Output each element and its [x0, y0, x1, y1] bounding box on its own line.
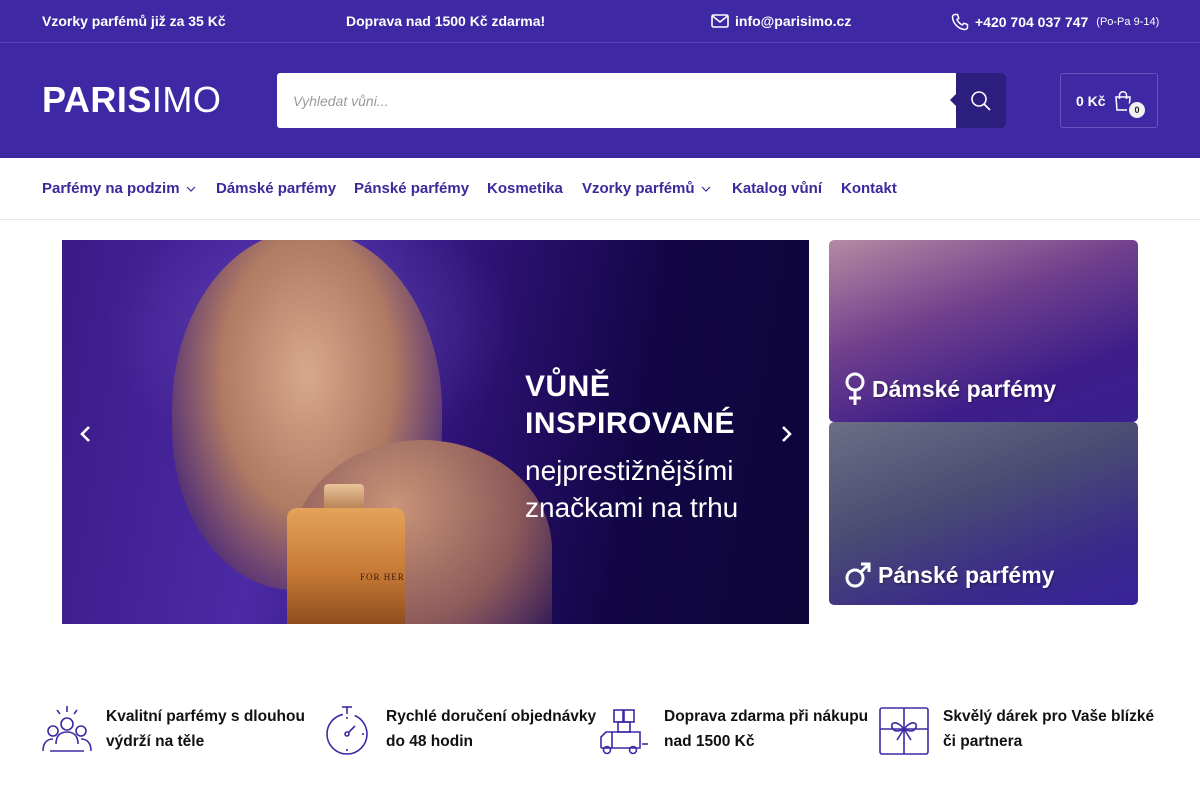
feature-fast-delivery: Rychlé doručení objednávky do 48 hodin [322, 704, 596, 756]
top-bar: Vzorky parfémů již za 35 Kč Doprava nad … [0, 0, 1200, 43]
logo-bold-text: PARIS [42, 79, 152, 120]
feature-quality-text: Kvalitní parfémy s dlouhou výdrží na těl… [106, 704, 305, 754]
nav-item-label: Pánské parfémy [354, 180, 470, 197]
feature-line: nad 1500 Kč [664, 733, 755, 750]
nav-item-label: Kontakt [841, 180, 897, 197]
feature-free-shipping-text: Doprava zdarma při nákupu nad 1500 Kč [664, 704, 868, 754]
mens-perfumes-tile[interactable]: Pánské parfémy [829, 422, 1138, 605]
shipping-promo-text: Doprava nad 1500 Kč zdarma! [346, 13, 546, 29]
feature-quality: Kvalitní parfémy s dlouhou výdrží na těl… [42, 704, 305, 756]
mens-tile-text: Pánské parfémy [878, 561, 1055, 588]
slider-next-button[interactable] [776, 424, 796, 444]
header: PARISIMO 0 Kč 0 [0, 43, 1200, 158]
feature-line: Doprava zdarma při nákupu [664, 708, 869, 725]
mail-icon [711, 14, 729, 28]
female-symbol-icon [845, 372, 865, 405]
phone-text[interactable]: +420 704 037 747 [975, 14, 1088, 30]
main-nav: Parfémy na podzim Dámské parfémy Pánské … [0, 158, 1200, 220]
nav-item-label: Katalog vůní [732, 180, 823, 197]
feature-line: výdrží na těle [106, 733, 205, 750]
feature-line: Rychlé doručení objednávky [386, 708, 597, 725]
bottle-label: FOR HER [360, 572, 405, 582]
phone-link[interactable]: +420 704 037 747 (Po-Pa 9-14) [951, 13, 1159, 31]
feature-line: Skvělý dárek pro Vaše blízké [943, 708, 1155, 725]
cart-total: 0 Kč [1076, 92, 1106, 109]
chevron-left-icon [80, 426, 90, 442]
phone-hours: (Po-Pa 9-14) [1096, 16, 1160, 28]
nav-item-mens-perfumes[interactable]: Pánské parfémy [354, 180, 469, 197]
banner-headline-line2: INSPIROVANÉ [525, 407, 735, 440]
chevron-down-icon [186, 186, 195, 192]
site-logo[interactable]: PARIS IMO [42, 79, 222, 120]
feature-free-shipping: Doprava zdarma při nákupu nad 1500 Kč [600, 704, 868, 756]
chevron-right-icon [782, 426, 792, 442]
womens-perfumes-tile[interactable]: Dámské parfémy [829, 240, 1138, 422]
feature-fast-delivery-text: Rychlé doručení objednávky do 48 hodin [386, 704, 596, 754]
nav-item-womens-perfumes[interactable]: Dámské parfémy [216, 180, 336, 197]
chevron-down-icon [701, 186, 710, 192]
banner-subheadline: nejprestižnějšími značkami na trhu [525, 452, 738, 526]
feature-gift-text: Skvělý dárek pro Vaše blízké či partnera [943, 704, 1154, 754]
feature-line: Kvalitní parfémy s dlouhou [106, 708, 305, 725]
logo-light-text: IMO [151, 79, 222, 120]
search-input[interactable] [277, 73, 956, 128]
nav-item-label: Dámské parfémy [216, 180, 337, 197]
nav-item-catalog[interactable]: Katalog vůní [732, 180, 822, 197]
gift-icon [879, 707, 929, 755]
email-text[interactable]: info@parisimo.cz [735, 13, 851, 29]
nav-item-cosmetics[interactable]: Kosmetika [487, 180, 563, 197]
nav-item-label: Vzorky parfémů [582, 180, 695, 197]
banner-sub-line1: nejprestižnějšími [525, 455, 734, 486]
womens-tile-label: Dámské parfémy [844, 372, 1056, 406]
truck-icon [600, 709, 648, 755]
banner-headline-line1: VŮNĚ [525, 370, 611, 403]
search-icon [971, 90, 991, 111]
people-icon [42, 706, 92, 752]
search-box [277, 73, 1006, 128]
feature-line: do 48 hodin [386, 733, 473, 750]
nav-item-label: Kosmetika [487, 180, 563, 197]
stopwatch-icon [326, 706, 368, 755]
slider-prev-button[interactable] [76, 424, 96, 444]
perfume-bottle-image [287, 508, 405, 624]
banner-sub-line2: značkami na trhu [525, 492, 739, 523]
cart-count-badge: 0 [1127, 100, 1147, 120]
cart-button[interactable]: 0 Kč 0 [1060, 73, 1158, 128]
feature-gift: Skvělý dárek pro Vaše blízké či partnera [879, 704, 1154, 756]
samples-promo-text: Vzorky parfémů již za 35 Kč [42, 13, 226, 29]
email-link[interactable]: info@parisimo.cz [711, 13, 851, 29]
nav-item-contact[interactable]: Kontakt [841, 180, 897, 197]
nav-item-samples[interactable]: Vzorky parfémů [582, 180, 711, 197]
banner-headline: VŮNĚ INSPIROVANÉ [525, 368, 735, 442]
nav-item-autumn-perfumes[interactable]: Parfémy na podzim [42, 180, 196, 197]
features-strip: Kvalitní parfémy s dlouhou výdrží na těl… [0, 704, 1200, 764]
phone-icon [951, 13, 969, 31]
male-symbol-icon [845, 562, 871, 588]
womens-tile-text: Dámské parfémy [872, 375, 1057, 402]
shipping-promo: Doprava nad 1500 Kč zdarma! [346, 13, 545, 29]
search-button[interactable] [950, 73, 1006, 128]
nav-item-label: Parfémy na podzim [42, 180, 180, 197]
feature-line: či partnera [943, 733, 1023, 750]
samples-promo: Vzorky parfémů již za 35 Kč [42, 13, 226, 29]
hero-banner-slider[interactable]: FOR HER VŮNĚ INSPIROVANÉ nejprestižnější… [62, 240, 809, 624]
mens-tile-label: Pánské parfémy [844, 561, 1054, 589]
